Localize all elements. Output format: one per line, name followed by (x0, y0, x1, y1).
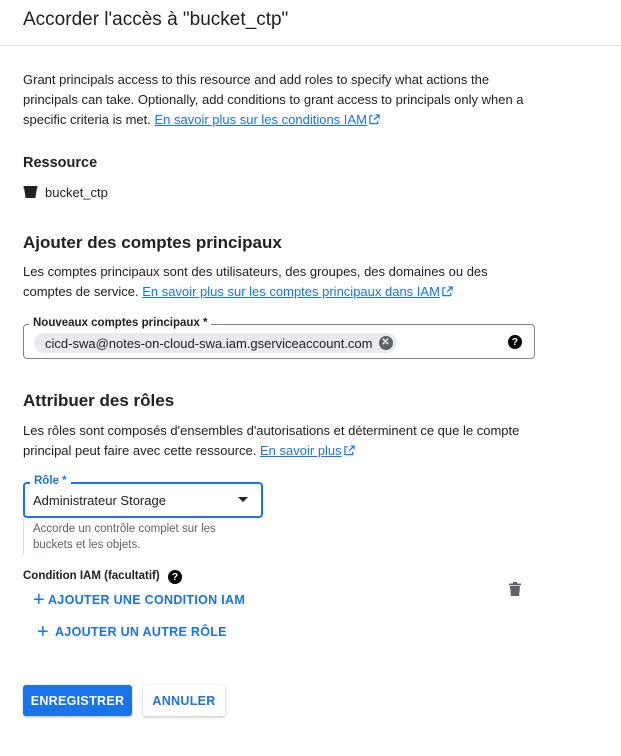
role-value: Administrateur Storage (33, 493, 166, 508)
new-principals-label: Nouveaux comptes principaux * (29, 317, 212, 329)
resource-name: bucket_ctp (45, 184, 108, 200)
external-link-icon (343, 445, 355, 456)
new-principals-field[interactable]: Nouveaux comptes principaux * cicd-swa@n… (23, 317, 535, 359)
resource-heading: Ressource (23, 155, 98, 171)
help-icon[interactable]: ? (508, 335, 522, 349)
dialog-title: Accorder l'accès à "bucket_ctp" (23, 9, 289, 30)
resource-row: bucket_ctp (23, 183, 108, 201)
principal-chip: cicd-swa@notes-on-cloud-swa.iam.gservice… (34, 333, 397, 353)
bucket-icon (23, 186, 38, 198)
add-another-role-label: AJOUTER UN AUTRE RÔLE (54, 625, 227, 639)
role-label: Rôle * (30, 475, 71, 487)
iam-condition-label-text: Condition IAM (facultatif) (23, 570, 160, 582)
plus-icon: + (37, 621, 49, 643)
dropdown-arrow-icon (238, 497, 248, 502)
principal-chip-text: cicd-swa@notes-on-cloud-swa.iam.gservice… (45, 335, 373, 351)
save-button[interactable]: ENREGISTRER (23, 685, 132, 716)
iam-condition-label: Condition IAM (facultatif) (23, 570, 160, 582)
add-another-role-button[interactable]: + AJOUTER UN AUTRE RÔLE (37, 621, 227, 643)
roles-description: Les rôles sont composés d'ensembles d'au… (23, 421, 533, 461)
intro-text: Grant principals access to this resource… (23, 70, 543, 130)
principals-heading: Ajouter des comptes principaux (23, 233, 282, 252)
external-link-icon (442, 286, 453, 297)
dialog-header: Accorder l'accès à "bucket_ctp" (0, 0, 621, 46)
principals-learn-more-link[interactable]: En savoir plus sur les comptes principau… (142, 284, 440, 299)
add-iam-condition-label: AJOUTER UNE CONDITION IAM (47, 593, 246, 607)
role-select[interactable]: Rôle * Administrateur Storage (23, 475, 263, 518)
add-iam-condition-button[interactable]: + AJOUTER UNE CONDITION IAM (33, 589, 246, 611)
trash-icon[interactable] (509, 582, 521, 596)
principals-description: Les comptes principaux sont des utilisat… (23, 262, 523, 302)
iam-conditions-link[interactable]: En savoir plus sur les conditions IAM (154, 112, 366, 127)
condition-help-icon[interactable]: ? (168, 570, 182, 584)
roles-learn-more-link[interactable]: En savoir plus (260, 443, 342, 458)
external-link-icon (369, 114, 380, 125)
role-helper-text: Accorde un contrôle complet sur les buck… (33, 523, 216, 551)
roles-heading: Attribuer des rôles (23, 391, 175, 410)
plus-icon: + (33, 589, 45, 611)
cancel-button[interactable]: ANNULER (143, 685, 225, 716)
helper-divider (23, 518, 24, 555)
chip-remove-icon[interactable]: ✕ (378, 336, 393, 350)
